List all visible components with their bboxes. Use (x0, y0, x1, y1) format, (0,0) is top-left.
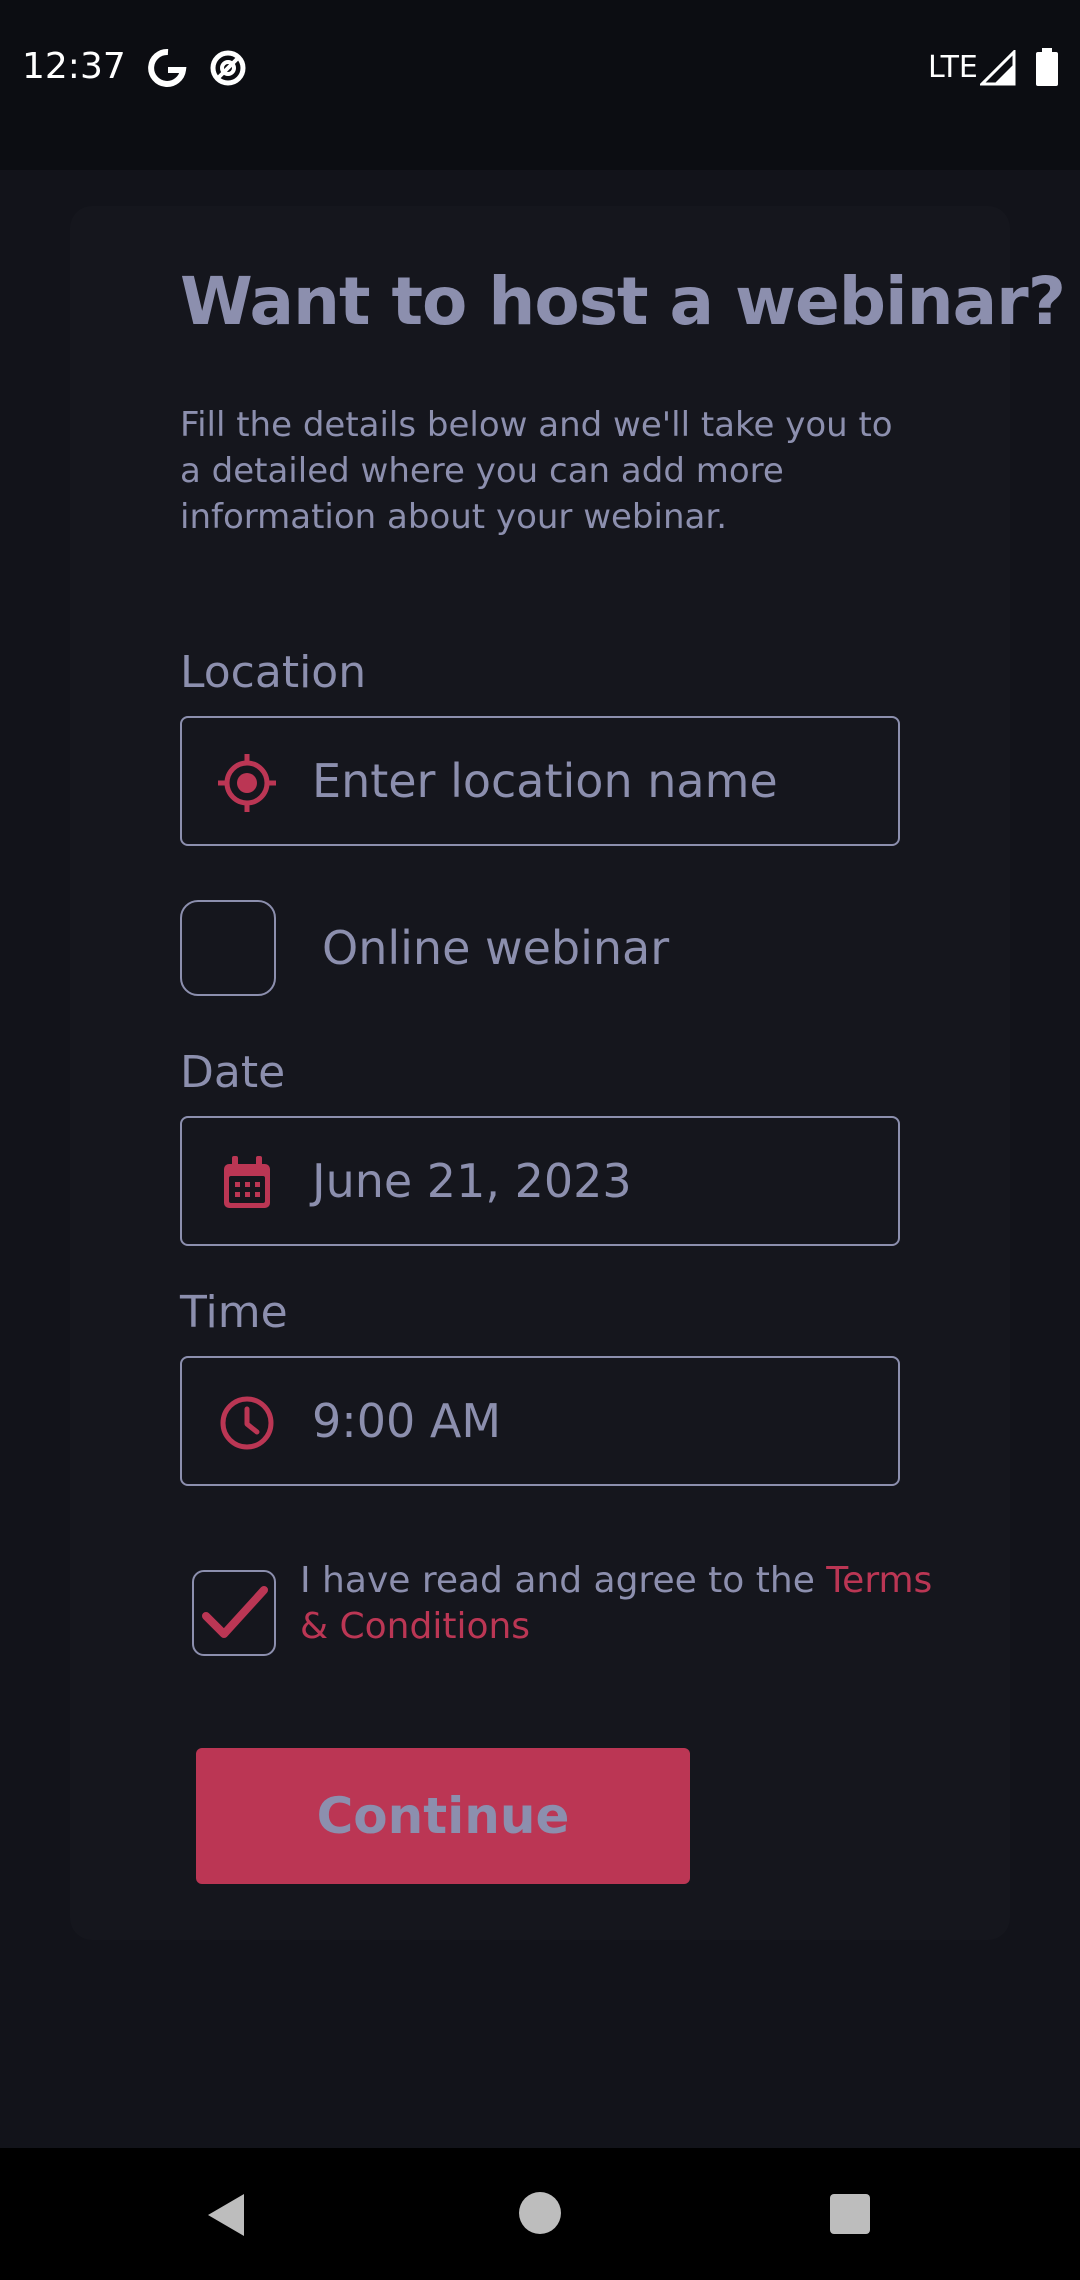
date-value: June 21, 2023 (312, 1154, 632, 1208)
at-sign-icon (210, 50, 246, 86)
signal-icon (980, 50, 1016, 86)
online-webinar-label: Online webinar (322, 921, 670, 975)
online-webinar-checkbox[interactable] (180, 900, 276, 996)
page-title: Want to host a webinar? (180, 263, 1066, 340)
clock-icon (220, 1396, 274, 1450)
google-icon (148, 48, 187, 87)
terms-text: I have read and agree to the Terms & Con… (300, 1558, 940, 1650)
time-value: 9:00 AM (312, 1394, 502, 1448)
terms-prefix: I have read and agree to the (300, 1560, 827, 1601)
recents-icon[interactable] (830, 2194, 870, 2234)
home-icon[interactable] (519, 2192, 561, 2234)
location-label: Location (180, 647, 367, 698)
location-placeholder: Enter location name (312, 754, 778, 808)
webinar-form-card: Want to host a webinar? Fill the details… (70, 206, 1066, 1940)
back-icon[interactable] (206, 2192, 246, 2238)
continue-button[interactable]: Continue (196, 1748, 690, 1884)
calendar-icon (224, 1156, 270, 1208)
status-time: 12:37 (22, 46, 126, 87)
status-bar: 12:37 LTE (0, 0, 1080, 170)
terms-checkbox[interactable] (192, 1570, 276, 1656)
time-label: Time (180, 1287, 288, 1338)
date-label: Date (180, 1047, 286, 1098)
battery-icon (1036, 48, 1058, 86)
location-target-icon (218, 754, 276, 812)
checkmark-icon (202, 1586, 268, 1638)
network-type: LTE (928, 50, 978, 85)
date-input[interactable]: June 21, 2023 (180, 1116, 900, 1246)
page-subtitle: Fill the details below and we'll take yo… (180, 405, 893, 537)
navigation-bar (0, 2148, 1080, 2280)
location-input[interactable]: Enter location name (180, 716, 900, 846)
time-input[interactable]: 9:00 AM (180, 1356, 900, 1486)
